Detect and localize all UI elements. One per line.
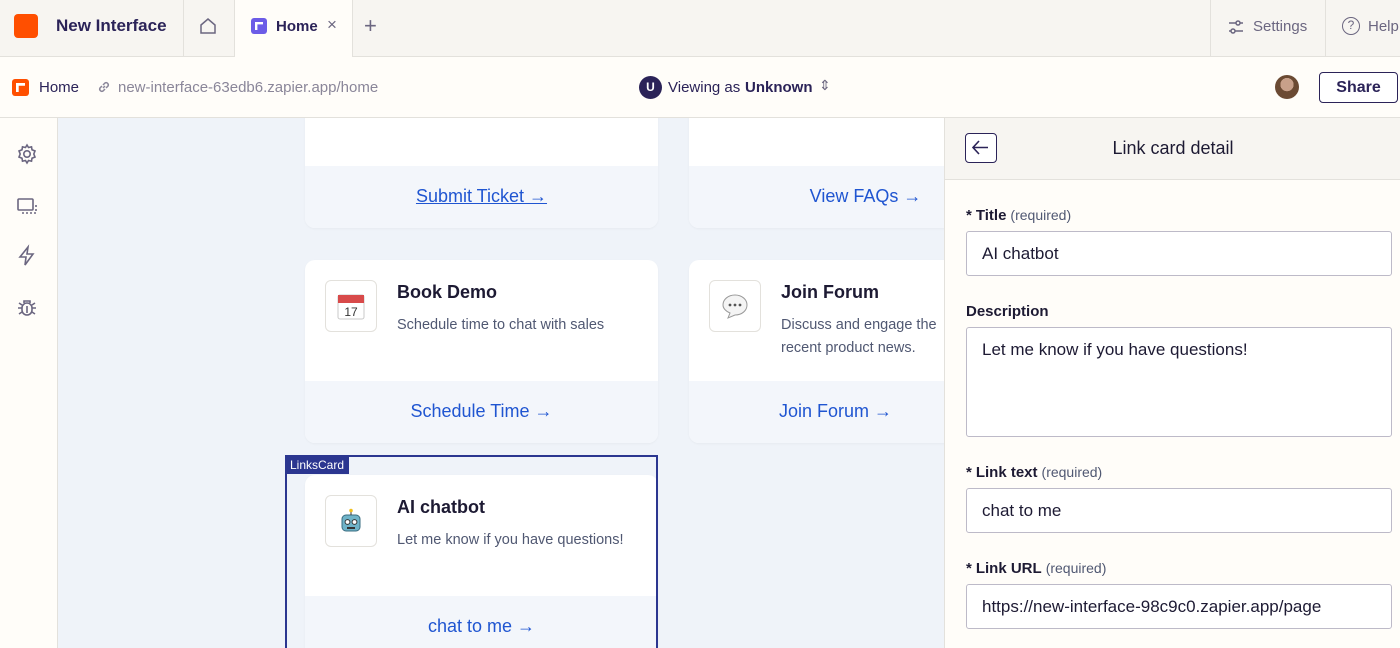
calendar-day: 17 — [344, 305, 358, 319]
card-title: Book Demo — [397, 282, 498, 302]
panel-header: Link card detail — [945, 118, 1400, 180]
card-link[interactable]: Submit Ticket → — [416, 186, 547, 207]
help-button[interactable]: ? Help — [1325, 0, 1400, 57]
calendar-icon: 17 — [325, 280, 377, 332]
link-card-detail-panel: Link card detail * Title (required) AI cha… — [944, 118, 1400, 648]
panel-title: Link card detail — [1112, 138, 1234, 158]
card-footer: Join Forum → — [689, 381, 944, 443]
new-tab-button[interactable]: + — [364, 13, 377, 39]
card-description: Discuss and engage the recent product ne… — [781, 317, 937, 356]
close-icon[interactable]: × — [327, 15, 337, 35]
page-bar: Home new-interface-63edb6.zapier.app/hom… — [0, 57, 1400, 118]
tab-label: Home — [276, 18, 318, 35]
link-url-label: * Link URL (required) — [966, 560, 1106, 577]
required-hint: (required) — [1041, 464, 1103, 480]
card-link[interactable]: chat to me → — [428, 616, 535, 637]
link-card[interactable]: 17 Book Demo Schedule time to chat with … — [305, 260, 658, 443]
divider — [183, 0, 184, 57]
card-footer: chat to me → — [305, 596, 658, 648]
robot-icon — [325, 495, 377, 547]
field-name: Link URL — [975, 560, 1042, 577]
question-icon: ? — [1342, 17, 1360, 35]
description-field[interactable]: Let me know if you have questions! — [966, 327, 1392, 437]
field-name: Description — [966, 303, 1049, 320]
card-description: Schedule time to chat with sales — [397, 317, 605, 333]
description-label: Description — [966, 303, 1049, 320]
required-mark: * — [966, 207, 972, 224]
page-name[interactable]: Home — [39, 79, 79, 96]
link-card[interactable]: Join Forum Discuss and engage the recent… — [689, 260, 944, 443]
required-mark: * — [966, 464, 972, 481]
title-field[interactable]: AI chatbot — [966, 231, 1392, 276]
speech-bubble-icon — [709, 280, 761, 332]
settings-label: Settings — [1253, 18, 1308, 35]
home-icon[interactable] — [198, 16, 218, 36]
viewing-as-user: Unknown — [745, 79, 813, 96]
selection-tag: LinksCard — [285, 456, 350, 474]
link-text-field[interactable]: chat to me — [966, 488, 1392, 533]
app-logo — [14, 14, 38, 38]
user-avatar[interactable] — [1275, 75, 1299, 99]
card-description: Let me know if you have questions! — [397, 532, 624, 548]
field-name: Title — [975, 207, 1007, 224]
card-title: AI chatbot — [397, 497, 485, 517]
link-icon[interactable] — [96, 79, 112, 95]
required-hint: (required) — [1010, 207, 1072, 223]
interface-canvas: Submit Ticket → View FAQs → 17 Book Demo… — [58, 118, 944, 648]
link-card-selected[interactable]: AI chatbot Let me know if you have quest… — [305, 475, 658, 648]
link-card[interactable]: Submit Ticket → — [305, 118, 658, 228]
bug-icon[interactable] — [15, 296, 39, 320]
tab-home[interactable]: Home × — [234, 0, 353, 58]
app-name: New Interface — [56, 16, 167, 35]
card-footer: Submit Ticket → — [305, 166, 658, 228]
gear-icon[interactable] — [15, 142, 39, 166]
layout-icon[interactable] — [15, 194, 39, 218]
link-text-label: * Link text (required) — [966, 464, 1102, 481]
sliders-icon — [1229, 20, 1243, 34]
share-button[interactable]: Share — [1319, 72, 1398, 103]
interface-page-icon — [12, 79, 29, 96]
chevron-updown-icon: ⇕ — [819, 77, 831, 93]
page-url[interactable]: new-interface-63edb6.zapier.app/home — [118, 79, 378, 96]
link-url-field[interactable]: https://new-interface-98c9c0.zapier.app/… — [966, 584, 1392, 629]
interface-page-icon — [251, 18, 267, 34]
card-link[interactable]: View FAQs → — [810, 186, 922, 207]
title-label: * Title (required) — [966, 207, 1071, 224]
avatar: U — [639, 76, 662, 99]
link-card[interactable]: View FAQs → — [689, 118, 944, 228]
required-hint: (required) — [1045, 560, 1107, 576]
viewing-as-label: Viewing as — [668, 79, 741, 96]
left-rail — [0, 118, 58, 648]
card-title: Join Forum — [781, 282, 879, 302]
top-bar: New Interface Home × + Settings ? Help — [0, 0, 1400, 58]
card-link[interactable]: Schedule Time → — [410, 401, 552, 422]
help-label: Help — [1368, 18, 1399, 35]
required-mark: * — [966, 560, 972, 577]
settings-button[interactable]: Settings — [1210, 0, 1325, 57]
card-footer: Schedule Time → — [305, 381, 658, 443]
card-footer: View FAQs → — [689, 166, 944, 228]
field-name: Link text — [975, 464, 1038, 481]
lightning-icon[interactable] — [15, 244, 39, 268]
card-link[interactable]: Join Forum → — [779, 401, 892, 422]
